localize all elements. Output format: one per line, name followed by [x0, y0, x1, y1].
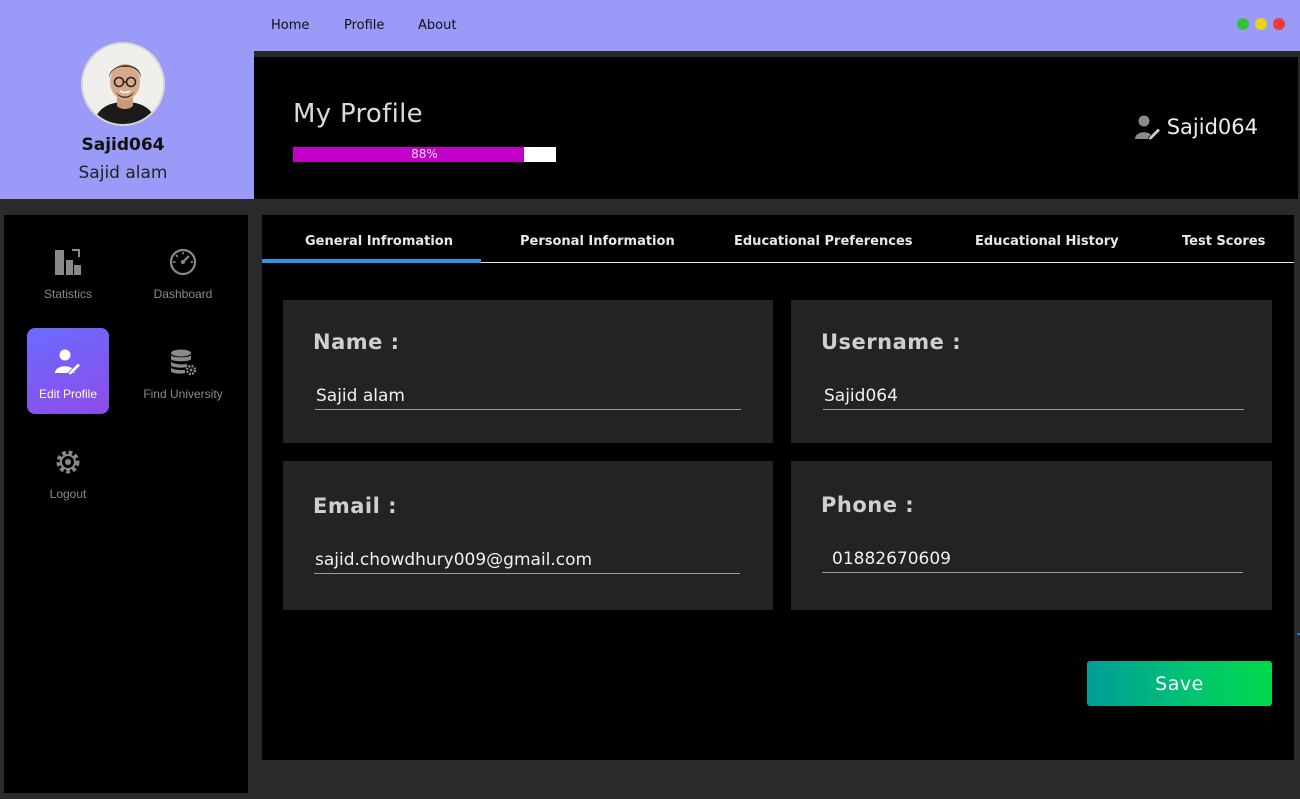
phone-label: Phone :: [821, 493, 915, 517]
user-edit-icon: [55, 349, 82, 376]
name-field-card: Name :: [283, 300, 773, 443]
menu-item-about[interactable]: About: [418, 18, 456, 33]
menu-item-profile[interactable]: Profile: [344, 18, 384, 33]
sidebar-item-label: Statistics: [43, 287, 92, 301]
username-field-card: Username :: [791, 300, 1272, 443]
menu-bar: Home Profile About: [254, 0, 1300, 51]
sidebar: Statistics Dashboard Edit Profile Find U…: [4, 215, 248, 793]
avatar: [81, 42, 165, 126]
close-window-button[interactable]: [1273, 18, 1285, 30]
sidebar-item-logout[interactable]: Logout: [27, 428, 109, 514]
profile-header: My Profile 88% Sajid064: [254, 51, 1298, 199]
database-gear-icon: [171, 349, 197, 376]
dashboard-gauge-icon: [169, 248, 197, 276]
active-tab-indicator: [262, 259, 481, 263]
avatar-photo-icon: [83, 44, 163, 124]
name-label: Name :: [313, 330, 400, 354]
menu-item-home[interactable]: Home: [271, 18, 309, 33]
sidebar-item-label: Dashboard: [153, 287, 213, 301]
tab-educational-history[interactable]: Educational History: [975, 234, 1119, 249]
profile-completion-progress: 88%: [293, 147, 556, 162]
email-label: Email :: [313, 494, 398, 518]
sidebar-item-label: Edit Profile: [38, 387, 98, 401]
sidebar-item-label: Logout: [49, 487, 87, 501]
phone-field[interactable]: [822, 545, 1243, 573]
sidebar-item-dashboard[interactable]: Dashboard: [142, 228, 224, 314]
page-title: My Profile: [293, 99, 423, 129]
minimize-window-button[interactable]: [1255, 18, 1267, 30]
email-field-card: Email :: [283, 461, 773, 610]
profile-card: Sajid064 Sajid alam: [0, 0, 254, 199]
user-edit-icon: [1134, 115, 1161, 141]
progress-label: 88%: [411, 147, 438, 161]
header-username: Sajid064: [1166, 115, 1258, 139]
email-field[interactable]: [314, 546, 740, 574]
tab-educational-preferences[interactable]: Educational Preferences: [734, 234, 913, 249]
tab-bar: General Infromation Personal Information…: [262, 215, 1294, 263]
name-field[interactable]: [315, 382, 741, 410]
header-user: Sajid064: [1133, 113, 1258, 141]
profile-username: Sajid064: [81, 135, 165, 155]
gear-icon: [56, 450, 80, 474]
sidebar-item-edit-profile[interactable]: Edit Profile: [27, 328, 109, 414]
statistics-icon: [55, 249, 81, 275]
phone-field-card: Phone :: [791, 461, 1272, 610]
profile-fullname: Sajid alam: [78, 163, 168, 183]
maximize-window-button[interactable]: [1237, 18, 1249, 30]
tab-test-scores[interactable]: Test Scores: [1182, 234, 1265, 249]
main-panel: General Infromation Personal Information…: [262, 215, 1294, 760]
username-field[interactable]: [823, 382, 1244, 410]
sidebar-item-find-university[interactable]: Find University: [142, 328, 224, 414]
sidebar-item-statistics[interactable]: Statistics: [27, 228, 109, 314]
save-button[interactable]: Save: [1087, 661, 1272, 706]
sidebar-item-label: Find University: [143, 387, 223, 401]
tab-general-information[interactable]: General Infromation: [305, 234, 453, 249]
username-label: Username :: [821, 330, 962, 354]
tab-personal-information[interactable]: Personal Information: [520, 234, 675, 249]
